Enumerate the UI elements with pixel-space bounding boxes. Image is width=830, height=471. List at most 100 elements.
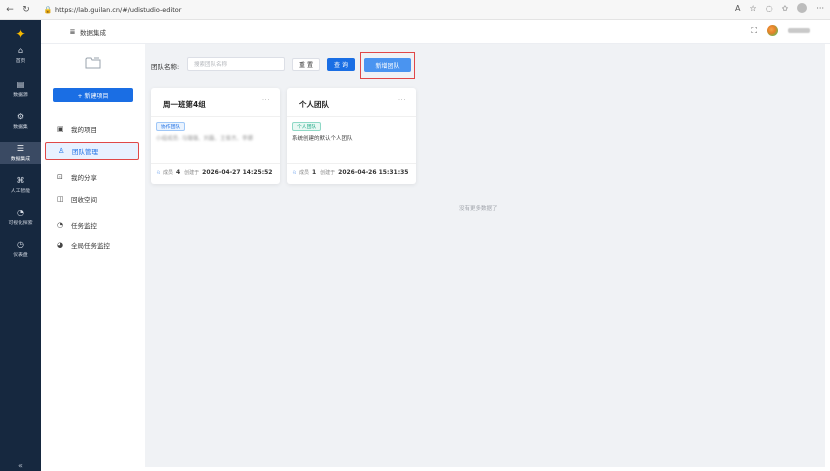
team-card-title: 个人团队	[299, 100, 329, 109]
sidebar-item[interactable]: ◫ 回收空间	[45, 190, 139, 208]
user-avatar[interactable]	[767, 25, 778, 36]
dashboard-icon: ◷	[17, 240, 24, 249]
team-description: 系统创建的默认个人团队	[292, 136, 353, 142]
empty-note: 没有更多数据了	[459, 206, 498, 212]
more-options-icon[interactable]: ···	[398, 96, 406, 104]
sidebar-item[interactable]: ⊡ 我的分享	[45, 168, 139, 186]
home-icon: ⌂	[17, 46, 24, 55]
members-label: 成员	[298, 170, 309, 176]
sidebar-item[interactable]: ♙ 团队管理	[45, 142, 139, 160]
logo-icon: ✦	[15, 27, 26, 41]
browser-toolbar: ← ↻ 🔒 https://lab.guilan.cn/#/udistudio-…	[0, 0, 830, 20]
new-project-button[interactable]: + 新建项目	[53, 88, 133, 102]
team-type-badge: 协作团队	[156, 122, 186, 131]
browser-actions: A ☆ ◌ ✩ ···	[735, 3, 824, 13]
integration-icon: ☰	[16, 144, 25, 153]
project-icon: ▣	[57, 125, 64, 133]
team-card-title: 周一班第4组	[163, 100, 206, 109]
rail-item[interactable]: ☰ 数据集成	[0, 142, 41, 164]
sidebar-item[interactable]: ◔ 任务监控	[45, 216, 139, 234]
menu-icon[interactable]: ≣	[69, 28, 76, 36]
sidebar-item-label: 团队管理	[72, 148, 98, 156]
card-divider	[151, 116, 280, 117]
rail-item-label: 首页	[15, 59, 26, 64]
reset-button[interactable]: 重 置	[292, 58, 320, 71]
page-title-text: 数据集成	[80, 29, 106, 37]
team-card[interactable]: 周一班第4组 ··· 协作团队小组成员: 马璐璐、刘磊、王俊杰、李娜 ♘ 成员 4 创建于 2…	[151, 88, 280, 184]
card-divider	[287, 163, 416, 164]
sidebar-item[interactable]: ◕ 全局任务监控	[45, 236, 139, 254]
main-content: 团队名称: 搜索团队名称 重 置 查 询 新增团队 周一班第4组 ··· 协作团队小…	[145, 44, 825, 467]
new-team-highlight: 新增团队	[360, 52, 415, 79]
profile-avatar[interactable]	[797, 3, 808, 13]
share-icon: ⊡	[57, 173, 63, 181]
team-type-badge: 个人团队	[292, 122, 322, 131]
created-label: 创建于	[320, 170, 336, 176]
created-time: 2026-04-27 14:25:52	[202, 169, 273, 176]
members-count: 4	[175, 169, 181, 176]
reload-icon[interactable]: ↻	[20, 4, 32, 16]
members-icon: ♘	[292, 169, 297, 176]
query-button[interactable]: 查 询	[327, 58, 355, 71]
team-description: 小组成员: 马璐璐、刘磊、王俊杰、李娜	[156, 136, 254, 142]
card-divider	[287, 116, 416, 117]
sidebar-item-label: 我的分享	[71, 174, 97, 182]
dataset-icon: ⚙	[16, 112, 25, 121]
back-icon[interactable]: ←	[4, 4, 16, 16]
lock-icon: 🔒	[43, 6, 53, 14]
created-time: 2026-04-26 15:31:35	[338, 169, 409, 176]
more-options-icon[interactable]: ···	[262, 96, 270, 104]
rail-item-label: 仪表盘	[13, 253, 28, 258]
rail-item-label: 数据集	[13, 125, 28, 130]
sidebar-item-label: 我的项目	[71, 126, 97, 134]
members-label: 成员	[162, 170, 173, 176]
favorite-icon[interactable]: ☆	[750, 4, 757, 13]
fullscreen-icon[interactable]: ⛶	[751, 26, 757, 36]
sidebar-item-label: 任务监控	[71, 222, 97, 230]
team-search-input[interactable]: 搜索团队名称	[187, 57, 285, 71]
rail-item[interactable]: ▤ 数据源	[0, 78, 41, 100]
app-header: ≣ 数据集成 ⛶	[41, 20, 830, 44]
members-icon: ♘	[156, 169, 161, 176]
extensions-icon[interactable]: ◌	[766, 4, 773, 13]
team-card-meta: ♘ 成员 1 创建于 2026-04-26 15:31:35	[292, 169, 408, 176]
rail-item[interactable]: ⚙ 数据集	[0, 110, 41, 132]
created-label: 创建于	[184, 170, 200, 176]
team-card[interactable]: 个人团队 ··· 个人团队系统创建的默认个人团队 ♘ 成员 1 创建于 2026-04-26 …	[287, 88, 416, 184]
rail-item-label: 数据集成	[10, 157, 31, 162]
header-actions: ⛶	[751, 25, 810, 36]
address-bar[interactable]: 🔒 https://lab.guilan.cn/#/udistudio-edit…	[44, 3, 684, 17]
visual-icon: ◔	[17, 208, 24, 217]
rail-item[interactable]: ◷ 仪表盘	[0, 238, 41, 260]
recycle-icon: ◫	[57, 195, 64, 203]
url-text: https://lab.guilan.cn/#/udistudio-editor	[55, 6, 182, 14]
rail-item[interactable]: ⌘ 人工智能	[0, 174, 41, 196]
monitor-icon: ◔	[57, 221, 64, 229]
ai-icon: ⌘	[16, 176, 25, 185]
team-card-meta: ♘ 成员 4 创建于 2026-04-27 14:25:52	[156, 169, 272, 176]
team-icon: ♙	[58, 147, 65, 155]
rail-item[interactable]: ⌂ 首页	[0, 44, 41, 66]
sidebar-item-label: 全局任务监控	[71, 242, 110, 250]
rail-item[interactable]: ◔ 可视化探索	[0, 206, 41, 228]
new-team-button[interactable]: 新增团队	[364, 58, 411, 72]
sidebar-item[interactable]: ▣ 我的项目	[45, 120, 139, 138]
user-name-blurred[interactable]	[788, 28, 810, 33]
database-icon: ▤	[16, 80, 25, 89]
translate-icon[interactable]: A	[735, 4, 740, 13]
sidebar-item-label: 回收空间	[71, 196, 97, 204]
members-count: 1	[311, 169, 317, 176]
page-title: ≣ 数据集成	[69, 27, 106, 37]
collapse-icon[interactable]: «	[0, 459, 41, 471]
more-icon[interactable]: ···	[816, 4, 824, 13]
folder-icon	[85, 57, 101, 69]
rail-item-label: 人工智能	[10, 189, 31, 194]
rail-item-label: 数据源	[13, 93, 28, 98]
global-monitor-icon: ◕	[57, 241, 64, 249]
rail-item-label: 可视化探索	[8, 221, 33, 226]
card-divider	[151, 163, 280, 164]
sidebar: + 新建项目 ▣ 我的项目 ♙ 团队管理 ⊡ 我的分享 ◫ 回收空间 ◔ 任务监控 ◕ 全局任务监控	[41, 44, 145, 471]
main-nav-rail: ✦ ⌂ 首页 ▤ 数据源 ⚙ 数据集 ☰ 数据集成 ⌘ 人工智能 ◔ 可视化探索 ◷ 仪表盘 «	[0, 20, 41, 471]
favorites-bar-icon[interactable]: ✩	[782, 4, 789, 13]
team-name-label: 团队名称:	[151, 63, 180, 71]
